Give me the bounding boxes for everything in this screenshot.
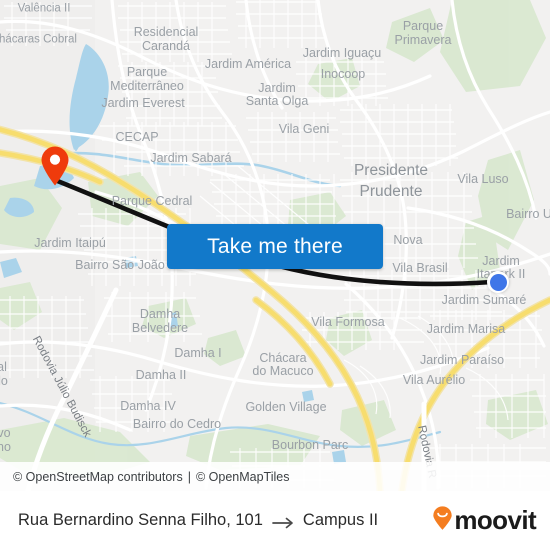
route-footer: Rua Bernardino Senna Filho, 101 Campus I… — [0, 491, 550, 550]
current-location-dot-icon[interactable] — [487, 271, 509, 293]
openmaptiles-attribution-link[interactable]: © OpenMapTiles — [196, 470, 290, 484]
map-attribution: © OpenStreetMap contributors | © OpenMap… — [0, 462, 550, 491]
arrow-right-icon — [272, 515, 294, 528]
route-destination: Campus II — [302, 511, 379, 529]
moovit-wordmark: moovit — [454, 505, 536, 535]
moovit-map-card: Valência II hácaras Cobral Residencial Cara… — [0, 0, 550, 550]
map-pin-icon[interactable] — [40, 146, 70, 186]
take-me-there-button[interactable]: Take me there — [167, 224, 383, 269]
osm-attribution-link[interactable]: © OpenStreetMap contributors — [13, 470, 183, 484]
moovit-pin-smile-icon — [432, 505, 453, 536]
route-summary: Rua Bernardino Senna Filho, 101 Campus I… — [18, 511, 378, 530]
route-origin: Rua Bernardino Senna Filho, 101 — [18, 511, 263, 529]
moovit-logo[interactable]: moovit — [432, 505, 537, 536]
map-canvas[interactable]: Valência II hácaras Cobral Residencial Cara… — [0, 0, 550, 491]
attribution-separator: | — [187, 469, 191, 484]
